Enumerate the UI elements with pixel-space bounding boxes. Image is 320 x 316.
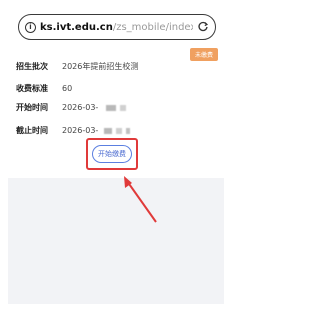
- annotation-arrow-icon: [124, 176, 157, 223]
